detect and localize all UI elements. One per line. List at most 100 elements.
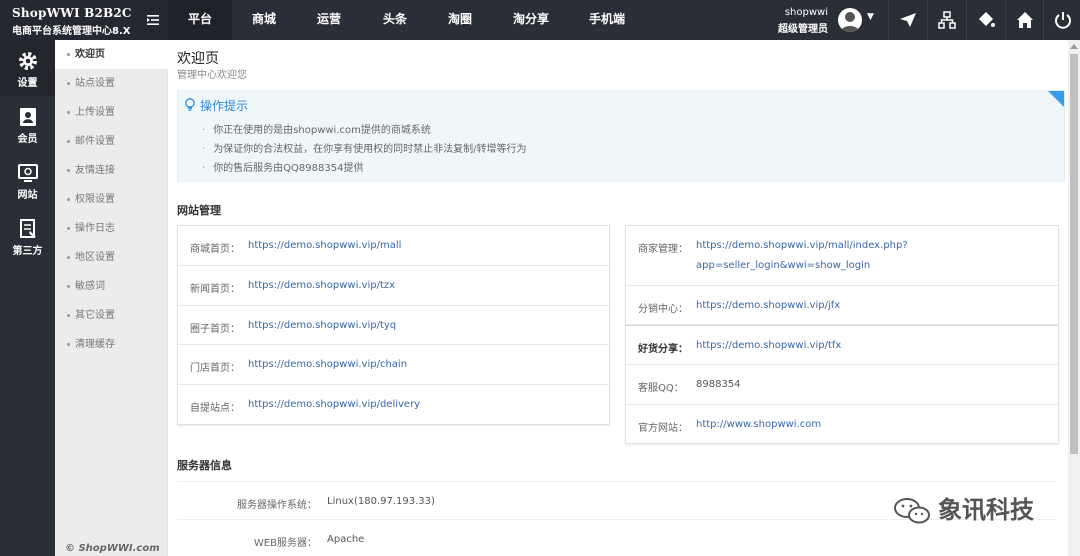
plane-icon bbox=[899, 13, 916, 27]
wechat-icon bbox=[894, 498, 930, 524]
link-value[interactable]: https://demo.shopwwi.vip/mall bbox=[248, 236, 401, 256]
menu-collapse-icon[interactable] bbox=[145, 12, 161, 28]
rail-item-settings[interactable]: 设置 bbox=[0, 40, 55, 96]
link-row: 官方网站： http://www.shopwwi.com bbox=[626, 405, 1058, 443]
link-key: 商家管理： bbox=[638, 244, 688, 255]
link-key: 门店首页： bbox=[190, 363, 240, 374]
logout-button[interactable] bbox=[1043, 0, 1080, 40]
chevron-down-icon[interactable]: ▼ bbox=[867, 12, 874, 22]
submenu-label: 清理缓存 bbox=[75, 339, 115, 350]
topnav-item-mall[interactable]: 商城 bbox=[232, 0, 296, 40]
link-key: 客服QQ： bbox=[638, 383, 684, 394]
server-key: 服务器操作系统： bbox=[237, 500, 317, 511]
bullet bbox=[67, 139, 70, 143]
topnav-item-headline[interactable]: 头条 bbox=[362, 0, 428, 40]
rail-item-third-party[interactable]: 第三方 bbox=[0, 208, 55, 264]
link-row: 商家管理： https://demo.shopwwi.vip/mall/inde… bbox=[626, 226, 1058, 286]
tips-title: 操作提示 bbox=[200, 99, 249, 113]
main-content: 欢迎页 管理中心欢迎您 操作提示 你正在使用的是由shopwwi.com提供的商… bbox=[168, 40, 1068, 556]
submenu-item-other-settings[interactable]: 其它设置 bbox=[55, 301, 168, 330]
rail-item-member[interactable]: 会员 bbox=[0, 96, 55, 152]
submenu-item-friend-links[interactable]: 友情连接 bbox=[55, 156, 168, 185]
link-row: 自提站点： https://demo.shopwwi.vip/delivery bbox=[178, 385, 609, 424]
scroll-thumb[interactable] bbox=[1070, 54, 1078, 454]
theme-button[interactable] bbox=[966, 0, 1004, 40]
lightbulb-icon bbox=[185, 98, 195, 111]
watermark-text: 象讯科技 bbox=[938, 496, 1034, 524]
bullet bbox=[67, 342, 70, 346]
submenu-item-mail-settings[interactable]: 邮件设置 bbox=[55, 127, 168, 156]
link-value[interactable]: https://demo.shopwwi.vip/tzx bbox=[248, 276, 395, 296]
home-button[interactable] bbox=[1005, 0, 1043, 40]
link-key: 新闻首页： bbox=[190, 284, 240, 295]
bullet bbox=[67, 197, 70, 201]
submenu-item-permissions[interactable]: 权限设置 bbox=[55, 185, 168, 214]
tip-line: 你正在使用的是由shopwwi.com提供的商城系统 bbox=[202, 121, 431, 136]
link-key: 分销中心： bbox=[638, 304, 688, 315]
submenu-item-region-settings[interactable]: 地区设置 bbox=[55, 243, 168, 272]
user-icon bbox=[841, 12, 859, 32]
page-title: 欢迎页 bbox=[177, 51, 219, 67]
link-value[interactable]: https://demo.shopwwi.vip/chain bbox=[248, 355, 407, 375]
submenu-label: 其它设置 bbox=[75, 310, 115, 321]
sitemap-icon bbox=[937, 11, 956, 29]
rail-label: 会员 bbox=[17, 134, 38, 145]
site-links-right: 商家管理： https://demo.shopwwi.vip/mall/inde… bbox=[625, 225, 1059, 444]
link-value[interactable]: https://demo.shopwwi.vip/delivery bbox=[248, 395, 420, 415]
link-value-continued[interactable]: app=seller_login&wwi=show_login bbox=[696, 256, 870, 276]
bullet bbox=[67, 313, 70, 317]
submenu-label: 操作日志 bbox=[75, 223, 115, 234]
link-key: 商城首页： bbox=[190, 244, 240, 255]
submenu-label: 地区设置 bbox=[75, 252, 115, 263]
submenu-label: 邮件设置 bbox=[75, 136, 115, 147]
submenu-item-operation-log[interactable]: 操作日志 bbox=[55, 214, 168, 243]
tips-corner-toggle[interactable] bbox=[1048, 91, 1064, 107]
sub-menu: 欢迎页 站点设置 上传设置 邮件设置 友情连接 权限设置 操作日志 地区设置 敏… bbox=[55, 40, 168, 556]
link-row: 好货分享： https://demo.shopwwi.vip/tfx bbox=[626, 325, 1058, 365]
submenu-item-site-settings[interactable]: 站点设置 bbox=[55, 69, 168, 98]
link-row: 分销中心： https://demo.shopwwi.vip/jfx bbox=[626, 286, 1058, 325]
website-icon bbox=[17, 164, 38, 182]
bullet bbox=[67, 168, 70, 172]
site-section-title: 网站管理 bbox=[177, 204, 221, 217]
scroll-up-icon[interactable] bbox=[1070, 44, 1078, 49]
bullet bbox=[67, 81, 70, 85]
sitemap-button[interactable] bbox=[927, 0, 965, 40]
rail-label: 设置 bbox=[17, 78, 38, 89]
top-bar: ShopWWI B2B2C 电商平台系统管理中心8.X 平台 商城 运营 头条 … bbox=[0, 0, 1080, 40]
submenu-item-upload-settings[interactable]: 上传设置 bbox=[55, 98, 168, 127]
third-party-icon bbox=[19, 219, 36, 238]
avatar[interactable] bbox=[838, 8, 862, 32]
link-key: 好货分享： bbox=[638, 344, 688, 355]
plane-button[interactable] bbox=[888, 0, 926, 40]
copyright: © ShopWWI.com bbox=[65, 543, 160, 554]
submenu-item-sensitive-words[interactable]: 敏感词 bbox=[55, 272, 168, 301]
topnav-item-share[interactable]: 淘分享 bbox=[492, 0, 570, 40]
link-value[interactable]: https://demo.shopwwi.vip/tfx bbox=[696, 336, 841, 356]
topnav-item-platform[interactable]: 平台 bbox=[168, 0, 232, 40]
topnav-item-operation[interactable]: 运营 bbox=[296, 0, 362, 40]
bullet bbox=[67, 110, 70, 114]
server-value: Apache bbox=[327, 534, 365, 545]
scrollbar[interactable] bbox=[1068, 40, 1080, 556]
submenu-item-welcome[interactable]: 欢迎页 bbox=[55, 40, 168, 69]
link-value[interactable]: https://demo.shopwwi.vip/jfx bbox=[696, 296, 840, 316]
bullet bbox=[67, 52, 70, 56]
topnav-item-circle[interactable]: 淘圈 bbox=[428, 0, 492, 40]
tip-line: 为保证你的合法权益，在你享有使用权的同时禁止非法复制/转增等行为 bbox=[202, 140, 526, 155]
member-icon bbox=[19, 108, 36, 126]
icon-rail: 设置 会员 网站 第三方 bbox=[0, 40, 55, 556]
submenu-label: 站点设置 bbox=[75, 78, 115, 89]
submenu-item-clear-cache[interactable]: 清理缓存 bbox=[55, 330, 168, 359]
link-value[interactable]: https://demo.shopwwi.vip/tyq bbox=[248, 316, 396, 336]
link-value[interactable]: http://www.shopwwi.com bbox=[696, 415, 821, 435]
link-value[interactable]: https://demo.shopwwi.vip/mall/index.php? bbox=[696, 236, 908, 256]
page-subtitle: 管理中心欢迎您 bbox=[177, 70, 247, 81]
tips-panel: 操作提示 你正在使用的是由shopwwi.com提供的商城系统 为保证你的合法权… bbox=[177, 90, 1065, 182]
link-row: 圈子首页： https://demo.shopwwi.vip/tyq bbox=[178, 306, 609, 345]
rail-item-website[interactable]: 网站 bbox=[0, 152, 55, 208]
link-key: 自提站点： bbox=[190, 403, 240, 414]
bullet bbox=[67, 226, 70, 230]
rail-label: 网站 bbox=[17, 190, 38, 201]
topnav-item-mobile[interactable]: 手机端 bbox=[570, 0, 644, 40]
